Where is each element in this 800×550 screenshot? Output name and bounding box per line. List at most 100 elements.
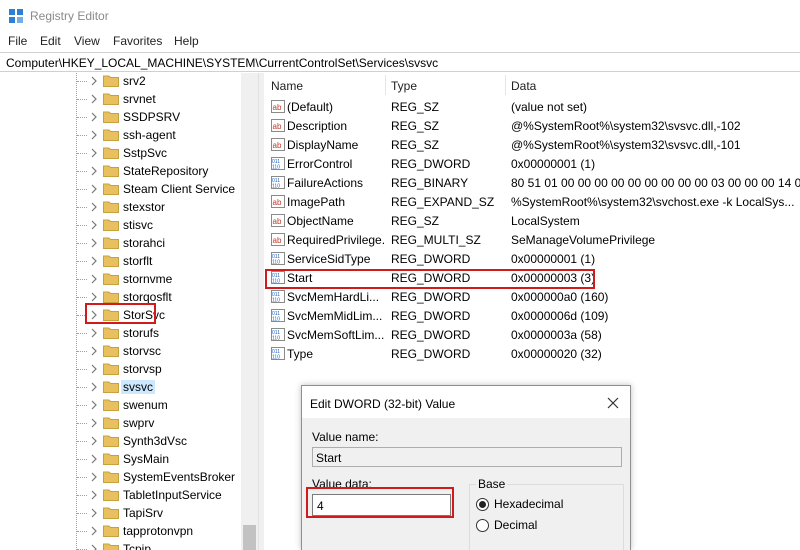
value-row[interactable]: 011 110 SvcMemHardLi... REG_DWORD 0x000000a0… (264, 287, 800, 306)
chevron-right-icon[interactable] (89, 543, 99, 550)
chevron-right-icon[interactable] (89, 255, 99, 267)
address-path[interactable]: Computer\HKEY_LOCAL_MACHINE\SYSTEM\Curre… (6, 56, 438, 70)
menu-favorites[interactable]: Favorites (113, 34, 162, 48)
tree-item[interactable]: storvsp (0, 360, 240, 378)
chevron-right-icon[interactable] (89, 489, 99, 501)
tree-item-label[interactable]: Tcpip (123, 542, 151, 550)
tree-item[interactable]: Tcpip (0, 540, 240, 550)
tree-item-label[interactable]: stexstor (123, 200, 165, 214)
tree-item-label[interactable]: Steam Client Service (123, 182, 235, 196)
address-bar[interactable]: Computer\HKEY_LOCAL_MACHINE\SYSTEM\Curre… (0, 52, 800, 72)
tree-item-label[interactable]: Synth3dVsc (123, 434, 187, 448)
hexadecimal-label[interactable]: Hexadecimal (494, 497, 563, 511)
value-row[interactable]: 011 110 ServiceSidType REG_DWORD 0x00000001 … (264, 249, 800, 268)
value-row[interactable]: ab ImagePath REG_EXPAND_SZ %SystemRoot%\sys… (264, 192, 800, 211)
tree-item[interactable]: ssh-agent (0, 126, 240, 144)
value-name[interactable]: (Default) (287, 100, 385, 114)
chevron-right-icon[interactable] (89, 219, 99, 231)
tree-item-label[interactable]: storflt (123, 254, 152, 268)
tree-item-label[interactable]: srvnet (123, 92, 156, 106)
tree-item-label[interactable]: stornvme (123, 272, 172, 286)
value-name[interactable]: ErrorControl (287, 157, 385, 171)
value-row[interactable]: ab (Default) REG_SZ (value not set) (264, 97, 800, 116)
chevron-right-icon[interactable] (89, 327, 99, 339)
value-row[interactable]: 011 110 Type REG_DWORD 0x00000020 (32) (264, 344, 800, 363)
tree-item-label[interactable]: SstpSvc (123, 146, 167, 160)
tree-item[interactable]: TabletInputService (0, 486, 240, 504)
value-name[interactable]: Description (287, 119, 385, 133)
chevron-right-icon[interactable] (89, 507, 99, 519)
tree-item-label[interactable]: svsvc (121, 380, 155, 394)
tree-item[interactable]: Steam Client Service (0, 180, 240, 198)
hexadecimal-radio[interactable] (476, 498, 489, 511)
decimal-label[interactable]: Decimal (494, 518, 537, 532)
column-header-type[interactable]: Type (391, 73, 417, 97)
tree-item[interactable]: SysMain (0, 450, 240, 468)
chevron-right-icon[interactable] (89, 147, 99, 159)
chevron-right-icon[interactable] (89, 381, 99, 393)
tree-item-label[interactable]: tapprotonvpn (123, 524, 193, 538)
chevron-right-icon[interactable] (89, 453, 99, 465)
value-row[interactable]: ab DisplayName REG_SZ @%SystemRoot%\system3… (264, 135, 800, 154)
tree-item[interactable]: Synth3dVsc (0, 432, 240, 450)
column-header-data[interactable]: Data (511, 73, 536, 97)
chevron-right-icon[interactable] (89, 363, 99, 375)
tree-scrollbar[interactable] (241, 73, 258, 550)
chevron-right-icon[interactable] (89, 75, 99, 87)
tree-item-label[interactable]: stisvc (123, 218, 153, 232)
decimal-radio[interactable] (476, 519, 489, 532)
tree-item-label[interactable]: storvsp (123, 362, 162, 376)
chevron-right-icon[interactable] (89, 435, 99, 447)
tree-item-label[interactable]: SSDPSRV (123, 110, 180, 124)
menu-edit[interactable]: Edit (40, 34, 61, 48)
value-row[interactable]: ab ObjectName REG_SZ LocalSystem (264, 211, 800, 230)
menu-help[interactable]: Help (174, 34, 199, 48)
tree-item[interactable]: stisvc (0, 216, 240, 234)
value-row[interactable]: ab Description REG_SZ @%SystemRoot%\system3… (264, 116, 800, 135)
tree-item-label[interactable]: storufs (123, 326, 159, 340)
tree-item-label[interactable]: StateRepository (123, 164, 208, 178)
tree-item[interactable]: stornvme (0, 270, 240, 288)
chevron-right-icon[interactable] (89, 273, 99, 285)
tree-item-label[interactable]: SystemEventsBroker (123, 470, 235, 484)
tree-item-label[interactable]: storvsc (123, 344, 161, 358)
value-row[interactable]: 011 110 SvcMemSoftLim... REG_DWORD 0x0000003… (264, 325, 800, 344)
value-row[interactable]: ab RequiredPrivilege... REG_MULTI_SZ SeMana… (264, 230, 800, 249)
column-separator[interactable] (385, 75, 386, 95)
chevron-right-icon[interactable] (89, 111, 99, 123)
tree-item[interactable]: swprv (0, 414, 240, 432)
tree-item[interactable]: svsvc (0, 378, 240, 396)
value-name[interactable]: Type (287, 347, 385, 361)
tree-item[interactable]: storahci (0, 234, 240, 252)
tree-item[interactable]: StateRepository (0, 162, 240, 180)
chevron-right-icon[interactable] (89, 417, 99, 429)
tree-item-label[interactable]: swprv (123, 416, 154, 430)
tree-item[interactable]: SstpSvc (0, 144, 240, 162)
value-row[interactable]: 011 110 SvcMemMidLim... REG_DWORD 0x0000006d… (264, 306, 800, 325)
value-name[interactable]: ServiceSidType (287, 252, 385, 266)
tree-item[interactable]: srvnet (0, 90, 240, 108)
tree-item[interactable]: SystemEventsBroker (0, 468, 240, 486)
chevron-right-icon[interactable] (89, 165, 99, 177)
chevron-right-icon[interactable] (89, 201, 99, 213)
close-icon[interactable] (602, 392, 624, 414)
value-name[interactable]: FailureActions (287, 176, 385, 190)
menu-file[interactable]: File (8, 34, 27, 48)
value-name[interactable]: SvcMemSoftLim... (287, 328, 385, 342)
value-name[interactable]: DisplayName (287, 138, 385, 152)
tree-item-label[interactable]: SysMain (123, 452, 169, 466)
value-name[interactable]: RequiredPrivilege... (287, 233, 385, 247)
chevron-right-icon[interactable] (89, 237, 99, 249)
tree-item-label[interactable]: storahci (123, 236, 165, 250)
tree-item[interactable]: swenum (0, 396, 240, 414)
tree-item[interactable]: tapprotonvpn (0, 522, 240, 540)
chevron-right-icon[interactable] (89, 291, 99, 303)
tree-item-label[interactable]: ssh-agent (123, 128, 176, 142)
value-name[interactable]: ImagePath (287, 195, 385, 209)
column-separator[interactable] (505, 75, 506, 95)
chevron-right-icon[interactable] (89, 93, 99, 105)
value-name[interactable]: SvcMemHardLi... (287, 290, 385, 304)
tree-scrollbar-thumb[interactable] (243, 525, 256, 550)
tree-item-label[interactable]: storqosflt (123, 290, 172, 304)
tree-item-label[interactable]: swenum (123, 398, 168, 412)
